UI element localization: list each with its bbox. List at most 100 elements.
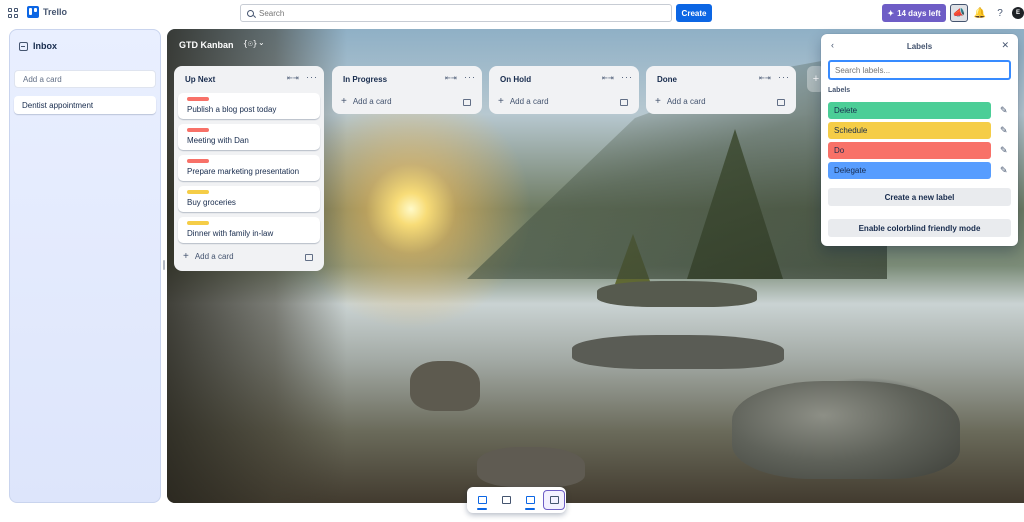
card-label — [187, 221, 209, 225]
account-avatar[interactable]: E — [1012, 7, 1024, 19]
board-view-icon[interactable] — [519, 490, 541, 510]
collapse-list-icon[interactable]: ⇤⇥ — [759, 74, 771, 82]
board-glyph — [525, 496, 535, 504]
background-tree — [687, 129, 783, 279]
search-box[interactable] — [240, 4, 672, 22]
add-card-button[interactable]: + Add a card — [498, 95, 549, 107]
list-title[interactable]: On Hold — [500, 75, 531, 84]
inbox-glyph — [477, 496, 487, 504]
label-row-schedule: Schedule ✎ — [828, 122, 1011, 139]
card-template-icon[interactable] — [305, 254, 313, 261]
label-chip[interactable]: Delete — [828, 102, 991, 119]
collapse-list-icon[interactable]: ⇤⇥ — [287, 74, 299, 82]
view-switcher — [467, 487, 566, 513]
card-title: Meeting with Dan — [187, 136, 249, 145]
list-more-icon[interactable]: ··· — [464, 72, 476, 82]
pencil-icon[interactable]: ✎ — [1000, 105, 1008, 116]
add-card-label: Add a card — [194, 252, 234, 261]
collapse-list-icon[interactable]: ⇤⇥ — [602, 74, 614, 82]
app-switcher-icon[interactable] — [8, 8, 18, 18]
list-card[interactable]: Buy groceries — [178, 186, 320, 212]
megaphone-icon[interactable]: 📣 — [950, 4, 968, 22]
trello-logo-icon — [27, 6, 39, 18]
close-icon[interactable]: ✕ — [1001, 40, 1009, 51]
label-search-input[interactable] — [828, 60, 1011, 80]
add-card-button[interactable]: + Add a card — [655, 95, 706, 107]
inbox-icon — [19, 41, 28, 51]
list-title[interactable]: Up Next — [185, 75, 215, 84]
search-icon — [247, 9, 254, 17]
labels-section-title: Labels — [828, 87, 851, 94]
background-tree — [615, 234, 651, 284]
chevron-down-icon[interactable]: ⌄ — [258, 38, 265, 47]
pencil-icon[interactable]: ✎ — [1000, 125, 1008, 136]
list-card[interactable]: Meeting with Dan — [178, 124, 320, 150]
card-template-icon[interactable] — [620, 99, 628, 106]
board-title[interactable]: GTD Kanban — [179, 40, 234, 50]
plus-icon: + — [183, 250, 189, 262]
trial-button[interactable]: ✦ 14 days left — [882, 4, 946, 22]
list-up-next: Up Next ⇤⇥ ··· Publish a blog post today… — [174, 66, 324, 271]
inbox-add-card-input[interactable]: Add a card — [14, 70, 156, 88]
label-row-delegate: Delegate ✎ — [828, 162, 1011, 179]
card-label — [187, 159, 209, 163]
create-label-button[interactable]: Create a new label — [828, 188, 1011, 206]
card-label — [187, 97, 209, 101]
top-navigation-bar: Trello Create ✦ 14 days left 📣 🔔 ? E — [0, 0, 1024, 26]
pencil-icon[interactable]: ✎ — [1000, 145, 1008, 156]
add-card-button[interactable]: + Add a card — [341, 96, 392, 106]
colorblind-mode-button[interactable]: Enable colorblind friendly mode — [828, 219, 1011, 237]
card-title: Publish a blog post today — [187, 105, 277, 114]
label-chip[interactable]: Schedule — [828, 122, 991, 139]
plus-icon: + — [498, 95, 504, 107]
notifications-bell-icon[interactable]: 🔔 — [971, 4, 989, 22]
collapse-list-icon[interactable]: ⇤⇥ — [445, 74, 457, 82]
inbox-view-icon[interactable] — [471, 490, 493, 510]
list-more-icon[interactable]: ··· — [778, 72, 790, 82]
list-on-hold: On Hold ⇤⇥ ··· + Add a card — [489, 66, 639, 114]
list-card[interactable]: Publish a blog post today — [178, 93, 320, 119]
list-in-progress: In Progress ⇤⇥ ··· + Add a card — [332, 66, 482, 114]
list-card[interactable]: Dinner with family in-law — [178, 217, 320, 243]
app-name: Trello — [43, 7, 68, 17]
plus-icon: + — [655, 95, 661, 107]
list-more-icon[interactable]: ··· — [306, 72, 318, 82]
card-title: Buy groceries — [187, 198, 236, 207]
list-more-icon[interactable]: ··· — [621, 72, 633, 82]
board-visibility-icon[interactable]: {☉} — [243, 39, 257, 48]
card-title: Dinner with family in-law — [187, 229, 274, 238]
search-input[interactable] — [259, 8, 639, 18]
calendar-view-icon[interactable] — [495, 490, 517, 510]
card-template-icon[interactable] — [777, 99, 785, 106]
trial-label: 14 days left — [897, 8, 941, 18]
switch-boards-glyph — [549, 496, 559, 504]
list-card[interactable]: Prepare marketing presentation — [178, 155, 320, 181]
card-title: Prepare marketing presentation — [187, 167, 300, 176]
background-rock — [597, 281, 757, 307]
panel-resize-handle[interactable] — [163, 260, 165, 270]
add-card-button[interactable]: + Add a card — [183, 250, 234, 262]
inbox-card[interactable]: Dentist appointment — [14, 96, 156, 114]
calendar-glyph — [501, 496, 511, 504]
create-button[interactable]: Create — [676, 4, 712, 22]
help-icon[interactable]: ? — [991, 4, 1009, 22]
background-rock — [477, 447, 585, 487]
background-rock — [410, 361, 480, 411]
card-template-icon[interactable] — [463, 99, 471, 106]
background-rock — [732, 381, 960, 479]
background-rock — [572, 335, 784, 369]
list-title[interactable]: Done — [657, 75, 677, 84]
trello-logo[interactable]: Trello — [27, 6, 67, 18]
card-label — [187, 128, 209, 132]
label-chip[interactable]: Delegate — [828, 162, 991, 179]
list-done: Done ⇤⇥ ··· + Add a card — [646, 66, 796, 114]
inbox-title: Inbox — [33, 41, 57, 51]
card-label — [187, 190, 209, 194]
sparkle-icon: ✦ — [887, 8, 895, 18]
switch-boards-icon[interactable] — [543, 490, 565, 510]
popover-title: Labels — [906, 42, 933, 51]
label-row-delete: Delete ✎ — [828, 102, 1011, 119]
pencil-icon[interactable]: ✎ — [1000, 165, 1008, 176]
label-chip[interactable]: Do — [828, 142, 991, 159]
list-title[interactable]: In Progress — [343, 75, 387, 84]
